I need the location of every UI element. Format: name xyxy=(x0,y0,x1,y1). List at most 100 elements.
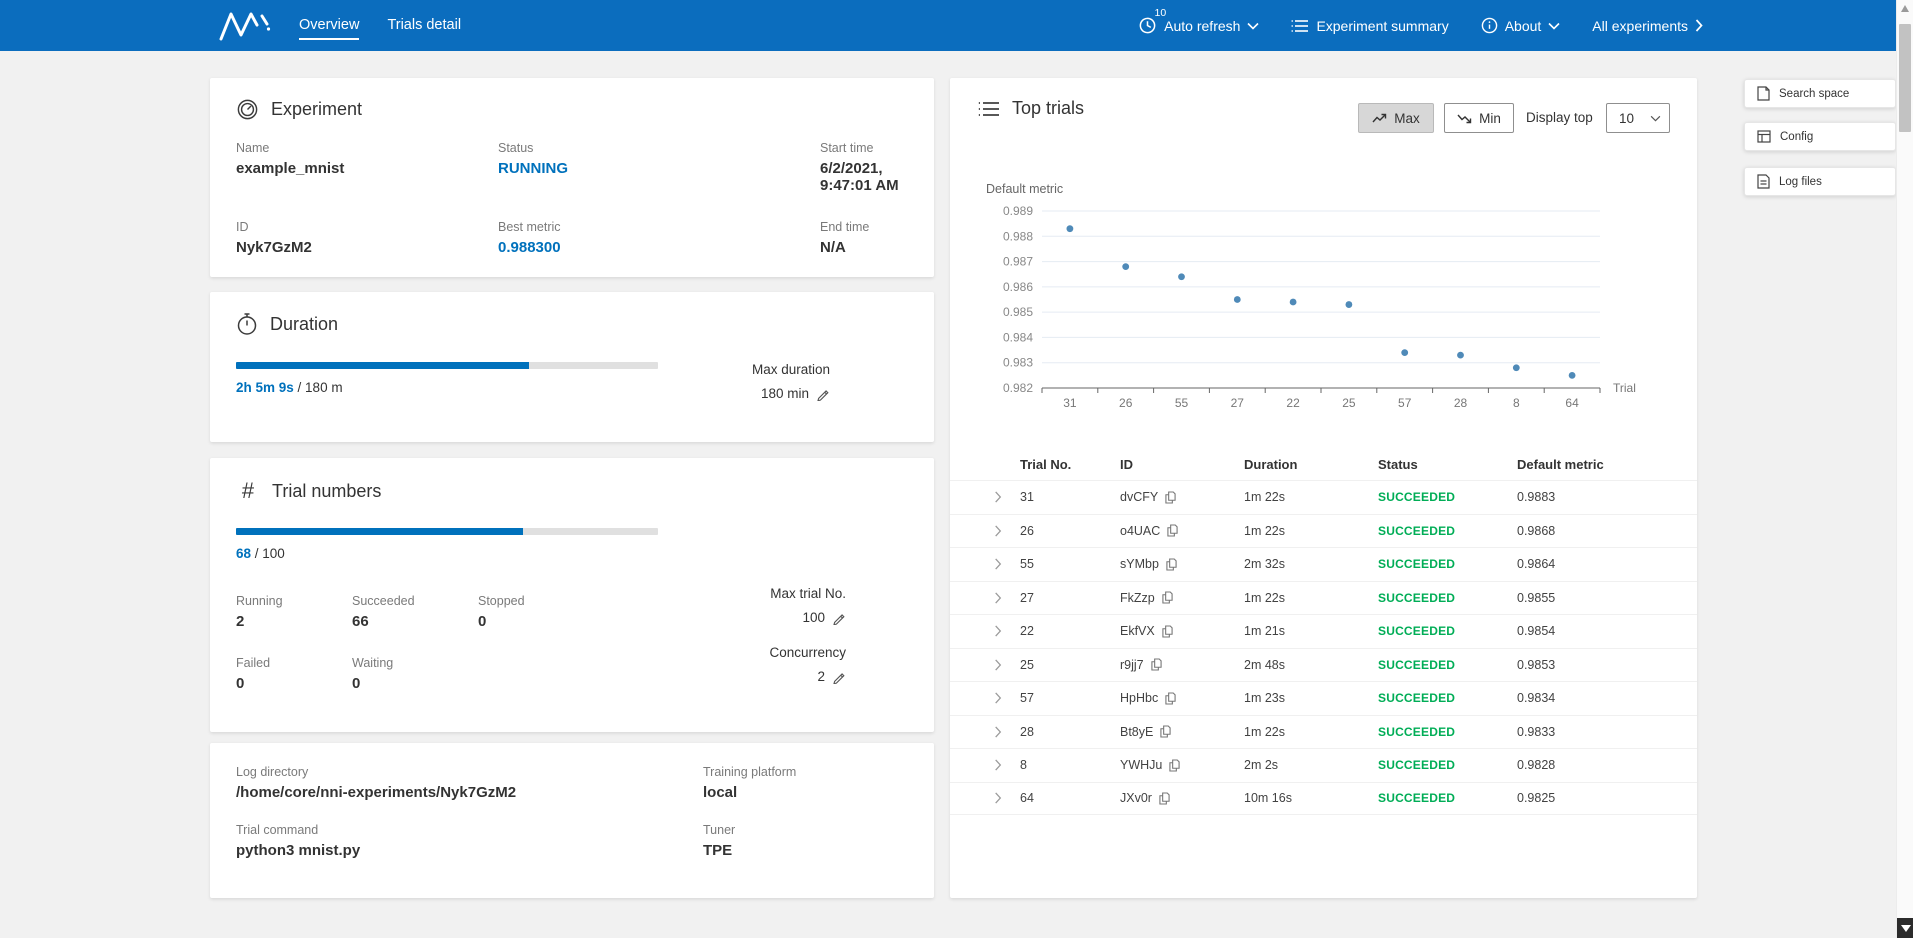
config-button[interactable]: Config xyxy=(1744,122,1896,151)
column-header[interactable]: Trial No. xyxy=(1020,457,1120,472)
trials-progress-text: 68 / 100 xyxy=(236,546,658,561)
scatter-point[interactable] xyxy=(1067,225,1074,232)
cell-default-metric: 0.9853 xyxy=(1517,658,1697,672)
cell-status: SUCCEEDED xyxy=(1378,490,1517,504)
copy-id-icon[interactable] xyxy=(1151,658,1162,671)
page-scrollbar[interactable] xyxy=(1896,0,1913,938)
max-trial-no-label: Max trial No. xyxy=(769,586,846,601)
copy-id-icon[interactable] xyxy=(1165,692,1176,705)
copy-id-icon[interactable] xyxy=(1162,591,1173,604)
copy-id-icon[interactable] xyxy=(1169,759,1180,772)
scatter-point[interactable] xyxy=(1401,349,1408,356)
cell-duration: 1m 22s xyxy=(1244,591,1378,605)
all-experiments-link[interactable]: All experiments xyxy=(1592,18,1703,34)
copy-id-icon[interactable] xyxy=(1159,792,1170,805)
scatter-point[interactable] xyxy=(1457,352,1464,359)
scrollbar-thumb[interactable] xyxy=(1899,24,1911,132)
table-row: 64JXv0r10m 16sSUCCEEDED0.9825 xyxy=(950,782,1697,816)
scatter-point[interactable] xyxy=(1569,372,1576,379)
experiment-summary-button[interactable]: Experiment summary xyxy=(1291,18,1448,34)
tab-overview[interactable]: Overview xyxy=(299,13,359,38)
default-metric-chart[interactable]: Default metric0.9890.9880.9870.9860.9850… xyxy=(950,173,1697,443)
trial-stats: Running2 Succeeded66 Stopped0 Failed0 Wa… xyxy=(236,594,628,692)
expand-row-chevron[interactable] xyxy=(994,692,1020,704)
expand-row-chevron[interactable] xyxy=(994,592,1020,604)
cell-default-metric: 0.9864 xyxy=(1517,557,1697,571)
scatter-point[interactable] xyxy=(1290,299,1297,306)
edit-max-trial-no-icon[interactable] xyxy=(832,611,846,625)
max-trial-no-value: 100 xyxy=(802,610,825,625)
expand-row-chevron[interactable] xyxy=(994,491,1020,503)
chart-xlabel: Trial xyxy=(1613,381,1636,395)
cell-default-metric: 0.9825 xyxy=(1517,791,1697,805)
trial-numbers-card: # Trial numbers 68 / 100 Running2 Succee… xyxy=(210,458,934,732)
cell-id: FkZzp xyxy=(1120,591,1244,605)
edit-max-duration-icon[interactable] xyxy=(816,387,830,401)
cell-duration: 2m 32s xyxy=(1244,557,1378,571)
log-files-button[interactable]: Log files xyxy=(1744,167,1896,196)
cell-duration: 1m 23s xyxy=(1244,691,1378,705)
copy-id-icon[interactable] xyxy=(1162,625,1173,638)
experiment-fields: Nameexample_mnist StatusRUNNING Start ti… xyxy=(210,141,934,256)
cell-id: HpHbc xyxy=(1120,691,1244,705)
config-icon xyxy=(1757,130,1771,143)
expand-row-chevron[interactable] xyxy=(994,759,1020,771)
copy-id-icon[interactable] xyxy=(1160,725,1171,738)
cell-trial-no: 28 xyxy=(1020,725,1120,739)
cell-id: Bt8yE xyxy=(1120,725,1244,739)
auto-refresh-menu[interactable]: 10 Auto refresh xyxy=(1138,16,1259,35)
cell-duration: 2m 2s xyxy=(1244,758,1378,772)
scatter-point[interactable] xyxy=(1122,263,1129,270)
list-icon xyxy=(1291,19,1309,33)
cell-status: SUCCEEDED xyxy=(1378,624,1517,638)
svg-text:55: 55 xyxy=(1175,396,1189,410)
max-button[interactable]: Max xyxy=(1358,103,1434,133)
expand-row-chevron[interactable] xyxy=(994,659,1020,671)
trials-table: Trial No.IDDurationStatusDefault metric … xyxy=(950,448,1697,815)
tab-trials-detail[interactable]: Trials detail xyxy=(387,13,461,38)
about-menu[interactable]: About xyxy=(1481,17,1561,34)
svg-text:28: 28 xyxy=(1454,396,1468,410)
edit-concurrency-icon[interactable] xyxy=(832,670,846,684)
svg-text:57: 57 xyxy=(1398,396,1412,410)
expand-row-chevron[interactable] xyxy=(994,525,1020,537)
display-top-dropdown[interactable]: 10 xyxy=(1606,103,1670,133)
stat-running: Running2 xyxy=(236,594,352,630)
table-row: 55sYMbp2m 32sSUCCEEDED0.9864 xyxy=(950,547,1697,581)
expand-row-chevron[interactable] xyxy=(994,792,1020,804)
scatter-point[interactable] xyxy=(1513,364,1520,371)
min-button[interactable]: Min xyxy=(1444,103,1514,133)
expand-row-chevron[interactable] xyxy=(994,558,1020,570)
scatter-point[interactable] xyxy=(1234,296,1241,303)
table-row: 8YWHJu2m 2sSUCCEEDED0.9828 xyxy=(950,748,1697,782)
column-header[interactable]: Default metric xyxy=(1517,457,1697,472)
scatter-point[interactable] xyxy=(1346,301,1353,308)
cell-duration: 1m 22s xyxy=(1244,524,1378,538)
svg-text:22: 22 xyxy=(1286,396,1300,410)
cell-duration: 10m 16s xyxy=(1244,791,1378,805)
copy-id-icon[interactable] xyxy=(1167,524,1178,537)
svg-text:26: 26 xyxy=(1119,396,1133,410)
column-header[interactable]: ID xyxy=(1120,457,1244,472)
chart-ylabel: Default metric xyxy=(986,182,1063,196)
copy-id-icon[interactable] xyxy=(1166,558,1177,571)
cell-status: SUCCEEDED xyxy=(1378,691,1517,705)
cell-id: dvCFY xyxy=(1120,490,1244,504)
cell-status: SUCCEEDED xyxy=(1378,791,1517,805)
max-trial-no-block: Max trial No. 100 xyxy=(769,586,846,625)
cell-id: sYMbp xyxy=(1120,557,1244,571)
search-space-button[interactable]: Search space xyxy=(1744,79,1896,108)
scatter-point[interactable] xyxy=(1178,273,1185,280)
column-header[interactable]: Duration xyxy=(1244,457,1378,472)
table-row: 31dvCFY1m 22sSUCCEEDED0.9883 xyxy=(950,480,1697,514)
scrollbar-up-arrow[interactable] xyxy=(1901,5,1909,12)
scrollbar-down-arrow[interactable] xyxy=(1897,918,1913,938)
expand-row-chevron[interactable] xyxy=(994,726,1020,738)
status-badge: RUNNING xyxy=(498,160,820,177)
auto-refresh-label: Auto refresh xyxy=(1164,18,1240,34)
field-log-directory: Log directory/home/core/nni-experiments/… xyxy=(236,765,703,801)
copy-id-icon[interactable] xyxy=(1165,491,1176,504)
expand-row-chevron[interactable] xyxy=(994,625,1020,637)
table-row: 57HpHbc1m 23sSUCCEEDED0.9834 xyxy=(950,681,1697,715)
column-header[interactable]: Status xyxy=(1378,457,1517,472)
